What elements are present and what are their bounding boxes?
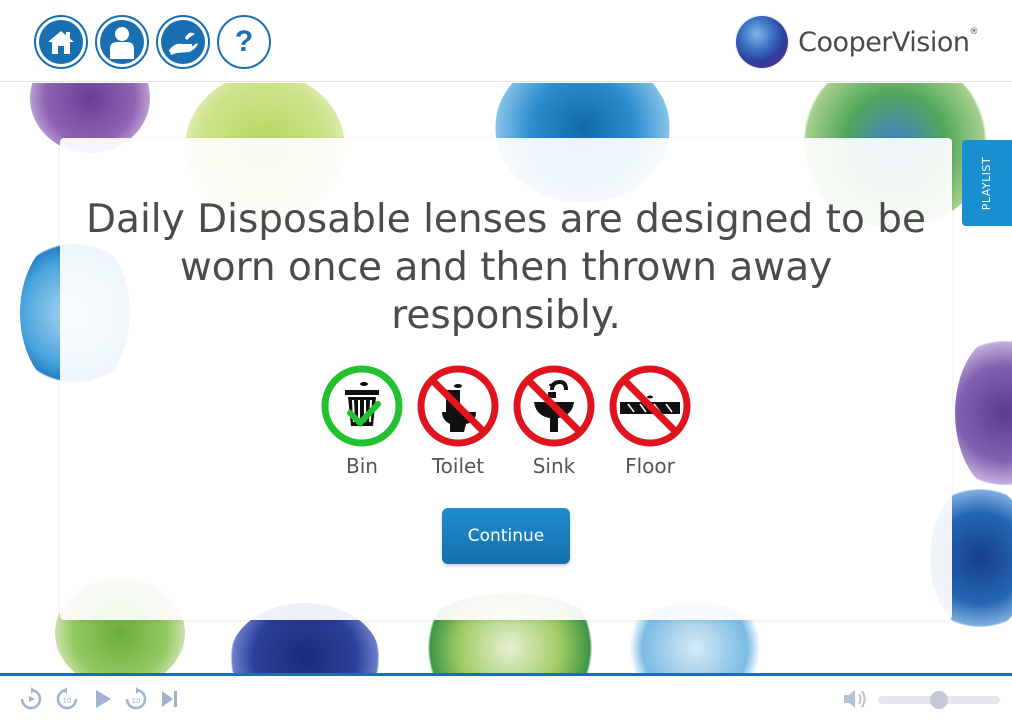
help-button[interactable]: ? [217,15,271,69]
option-bin: Bin [317,364,407,478]
home-button[interactable] [34,15,88,69]
media-player-bar: 10 10 [0,673,1012,720]
option-label: Floor [625,454,675,478]
profile-button[interactable] [95,15,149,69]
option-sink: Sink [509,364,599,478]
replay-icon [20,687,42,710]
playlist-tab[interactable]: PLAYLIST [962,140,1012,226]
headline: Daily Disposable lenses are designed to … [86,197,926,338]
toilet-icon [416,364,500,448]
option-floor: Floor [605,364,695,478]
app-stage: ? CooperVision® PLAYLIST Daily Disposabl… [0,0,1012,720]
lens-handling-button[interactable] [156,15,210,69]
bin-icon [320,364,404,448]
continue-button[interactable]: Continue [442,508,570,564]
hand-icon [161,20,205,64]
svg-text:10: 10 [132,697,141,705]
play-icon [96,690,111,708]
volume-knob[interactable] [930,691,948,709]
svg-text:10: 10 [63,697,72,705]
volume-slider[interactable] [878,691,1000,709]
user-icon [100,20,144,64]
home-icon [39,20,83,64]
option-toilet: Toilet [413,364,503,478]
rewind-10-button[interactable]: 10 [54,686,80,712]
option-label: Sink [532,454,576,478]
sink-icon [512,364,596,448]
coopervision-logo-icon [736,16,789,68]
content-card: Daily Disposable lenses are designed to … [60,138,952,620]
rewind-10-icon: 10 [56,687,78,710]
volume-button[interactable] [842,686,870,712]
replay-button[interactable] [18,686,44,712]
brand-logo: CooperVision® [736,14,978,70]
floor-icon [608,364,692,448]
playlist-label: PLAYLIST [980,156,994,210]
play-button[interactable] [90,686,116,712]
top-header: ? CooperVision® [0,0,1012,82]
brand-name: CooperVision® [798,26,978,58]
skip-end-button[interactable] [157,686,183,712]
option-label: Toilet [431,454,485,478]
forward-10-icon: 10 [125,687,147,710]
skip-end-icon [162,691,177,707]
help-icon: ? [234,25,254,58]
option-label: Bin [346,454,378,478]
volume-icon [844,690,866,708]
forward-10-button[interactable]: 10 [123,686,149,712]
